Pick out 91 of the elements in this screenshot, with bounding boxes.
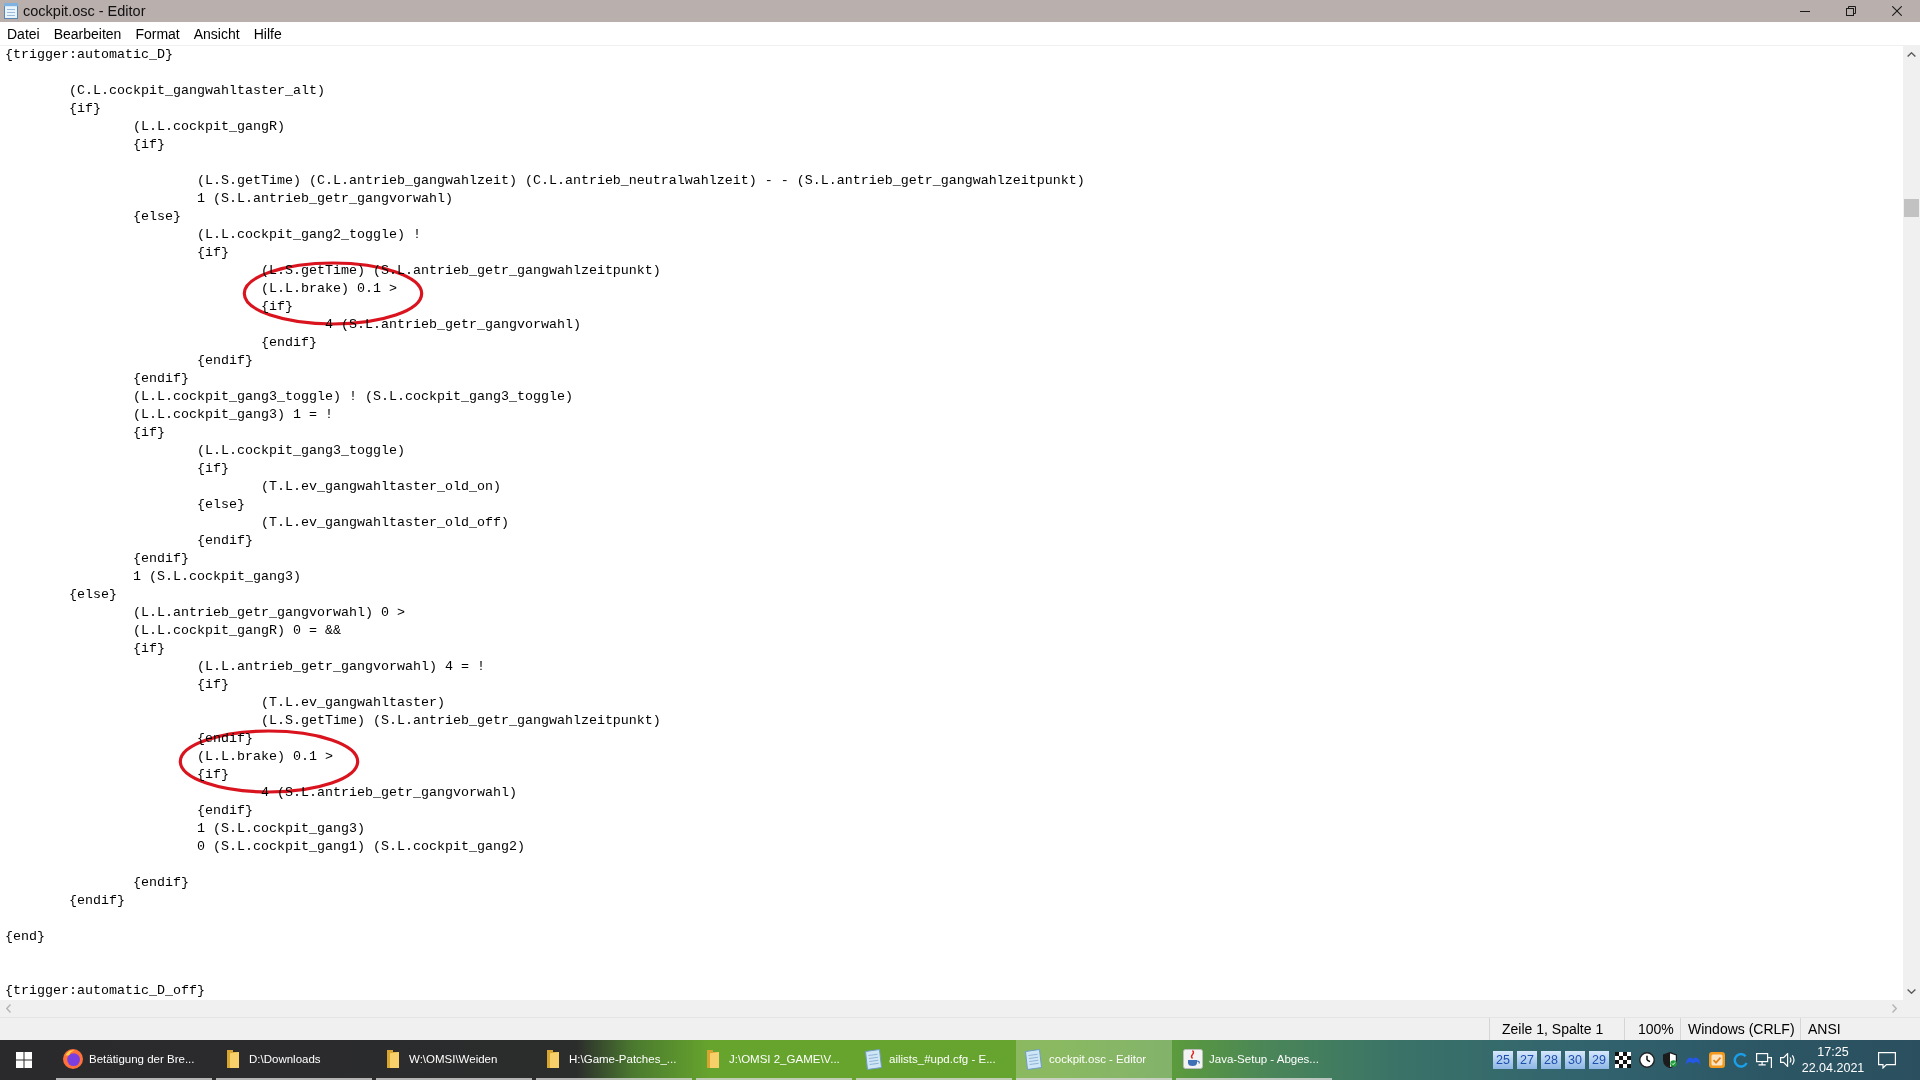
code-line: {else} xyxy=(133,209,181,224)
code-line: (L.S.getTime) (S.L.antrieb_getr_gangwahlzeitpunkt) xyxy=(260,713,661,728)
taskbar-time[interactable]: 17:25 xyxy=(1817,1044,1849,1060)
menu-item[interactable]: Bearbeiten xyxy=(46,22,129,45)
code-line: {endif} xyxy=(133,371,189,386)
code-line: (L.L.cockpit_gang3) 1 = ! xyxy=(133,407,333,422)
line-ending-format: Windows (CRLF) xyxy=(1688,1021,1795,1037)
code-line: {trigger:automatic_D} xyxy=(5,47,173,62)
taskbar-date[interactable]: 22.04.2021 xyxy=(1801,1060,1865,1076)
folder-icon xyxy=(387,1050,399,1068)
code-line: (L.L.cockpit_gang3_toggle) xyxy=(196,443,405,458)
code-line: (L.L.cockpit_gang3_toggle) ! (S.L.cockpit_gang3_toggle) xyxy=(133,389,573,404)
notification-icon xyxy=(1878,1051,1896,1069)
code-line: 4 (S.L.antrieb_getr_gangvorwahl) xyxy=(260,785,517,800)
code-line: (L.L.cockpit_gangR) xyxy=(133,119,285,134)
code-line: {if} xyxy=(196,461,229,476)
menu-item[interactable]: Hilfe xyxy=(246,22,289,45)
scrollbar-thumb[interactable] xyxy=(1904,199,1919,217)
code-line: {endif} xyxy=(196,533,253,548)
arc-logo-icon[interactable] xyxy=(1733,1052,1748,1068)
code-line: {endif} xyxy=(69,893,125,908)
code-line: {if} xyxy=(260,299,293,314)
code-line: {if} xyxy=(196,677,229,692)
code-line: (L.L.cockpit_gangR) 0 = && xyxy=(133,623,341,638)
code-line: (L.L.cockpit_gang2_toggle) ! xyxy=(196,227,421,242)
notepad-icon xyxy=(1024,1048,1042,1070)
caret-up-icon[interactable] xyxy=(1907,52,1916,57)
window-title: cockpit.osc - Editor xyxy=(23,3,146,19)
notepad-icon xyxy=(4,3,18,19)
taskbar-button[interactable]: Java-Setup - Abges... xyxy=(1176,1040,1332,1080)
folder-icon xyxy=(707,1050,719,1068)
check-square-icon[interactable] xyxy=(1709,1052,1725,1068)
code-line: (L.L.brake) 0.1 > xyxy=(260,281,397,296)
vertical-scrollbar[interactable] xyxy=(1903,46,1920,1000)
cursor-position: Zeile 1, Spalte 1 xyxy=(1502,1021,1604,1037)
code-line: 1 (S.L.cockpit_gang3) xyxy=(196,821,365,836)
code-line: {if} xyxy=(196,767,229,782)
code-line: {endif} xyxy=(196,353,253,368)
code-line: 1 (S.L.antrieb_getr_gangvorwahl) xyxy=(196,191,453,206)
minimize-icon xyxy=(1800,10,1810,12)
folder-icon xyxy=(227,1050,239,1068)
code-line: (L.L.brake) 0.1 > xyxy=(196,749,333,764)
close-icon xyxy=(1892,6,1902,16)
taskbar-button[interactable]: Betätigung der Bre... xyxy=(56,1040,212,1080)
code-line: {endif} xyxy=(133,875,189,890)
code-line: {if} xyxy=(133,425,165,440)
code-line: 1 (S.L.cockpit_gang3) xyxy=(133,569,301,584)
code-line: (L.L.antrieb_getr_gangvorwahl) 0 > xyxy=(133,605,405,620)
code-line: {if} xyxy=(133,137,165,152)
tray-number-tile[interactable]: 27 xyxy=(1517,1051,1537,1069)
tray-number-tile[interactable]: 29 xyxy=(1589,1051,1609,1069)
folder-icon xyxy=(547,1050,559,1068)
menu-item[interactable]: Ansicht xyxy=(186,22,247,45)
taskbar-button[interactable]: W:\OMSI\Weiden xyxy=(376,1040,532,1080)
four-squares-icon xyxy=(16,1052,32,1068)
code-line: {if} xyxy=(69,101,101,116)
text-encoding: ANSI xyxy=(1808,1021,1841,1037)
caret-down-icon[interactable] xyxy=(1907,989,1916,994)
restore-icon xyxy=(1846,6,1856,16)
code-line: (L.L.antrieb_getr_gangvorwahl) 4 = ! xyxy=(196,659,485,674)
code-line: {trigger:automatic_D_off} xyxy=(5,983,205,998)
taskbar-button[interactable]: D:\Downloads xyxy=(216,1040,372,1080)
code-line: (T.L.ev_gangwahltaster) xyxy=(260,695,445,710)
swirl-globe-icon xyxy=(63,1049,83,1069)
notepad-icon xyxy=(864,1048,882,1070)
tray-number-tile[interactable]: 30 xyxy=(1565,1051,1585,1069)
speaker-icon[interactable] xyxy=(1780,1053,1796,1067)
tray-number-tile[interactable]: 28 xyxy=(1541,1051,1561,1069)
shield-icon[interactable] xyxy=(1663,1052,1677,1068)
code-line: {else} xyxy=(69,587,117,602)
checkered-icon[interactable] xyxy=(1615,1052,1631,1068)
code-line: {else} xyxy=(196,497,245,512)
code-line: {if} xyxy=(196,245,229,260)
code-line: (C.L.cockpit_gangwahltaster_alt) xyxy=(69,83,325,98)
menu-item[interactable]: Format xyxy=(128,22,187,45)
network-icon[interactable] xyxy=(1756,1052,1772,1068)
code-line: {if} xyxy=(133,641,165,656)
code-line: {end} xyxy=(5,929,45,944)
tray-number-tile[interactable]: 25 xyxy=(1493,1051,1513,1069)
coffee-cup-icon xyxy=(1183,1049,1203,1069)
taskbar-button[interactable]: H:\Game-Patches_... xyxy=(536,1040,692,1080)
menu-item[interactable]: Datei xyxy=(0,22,47,45)
clock-icon[interactable] xyxy=(1639,1052,1655,1068)
code-line: (T.L.ev_gangwahltaster_old_off) xyxy=(260,515,509,530)
code-line: 0 (S.L.cockpit_gang1) (S.L.cockpit_gang2) xyxy=(196,839,525,854)
zoom-level: 100% xyxy=(1638,1021,1674,1037)
code-line: (L.S.getTime) (C.L.antrieb_gangwahlzeit) (C.L.antrieb_neutralwahlzeit) - - (S.L.antrieb_getr_gangwahlzeitpunkt) xyxy=(196,173,1085,188)
code-line: (T.L.ev_gangwahltaster_old_on) xyxy=(260,479,501,494)
code-line: {endif} xyxy=(260,335,317,350)
code-line: {endif} xyxy=(196,803,253,818)
code-line: {endif} xyxy=(133,551,189,566)
